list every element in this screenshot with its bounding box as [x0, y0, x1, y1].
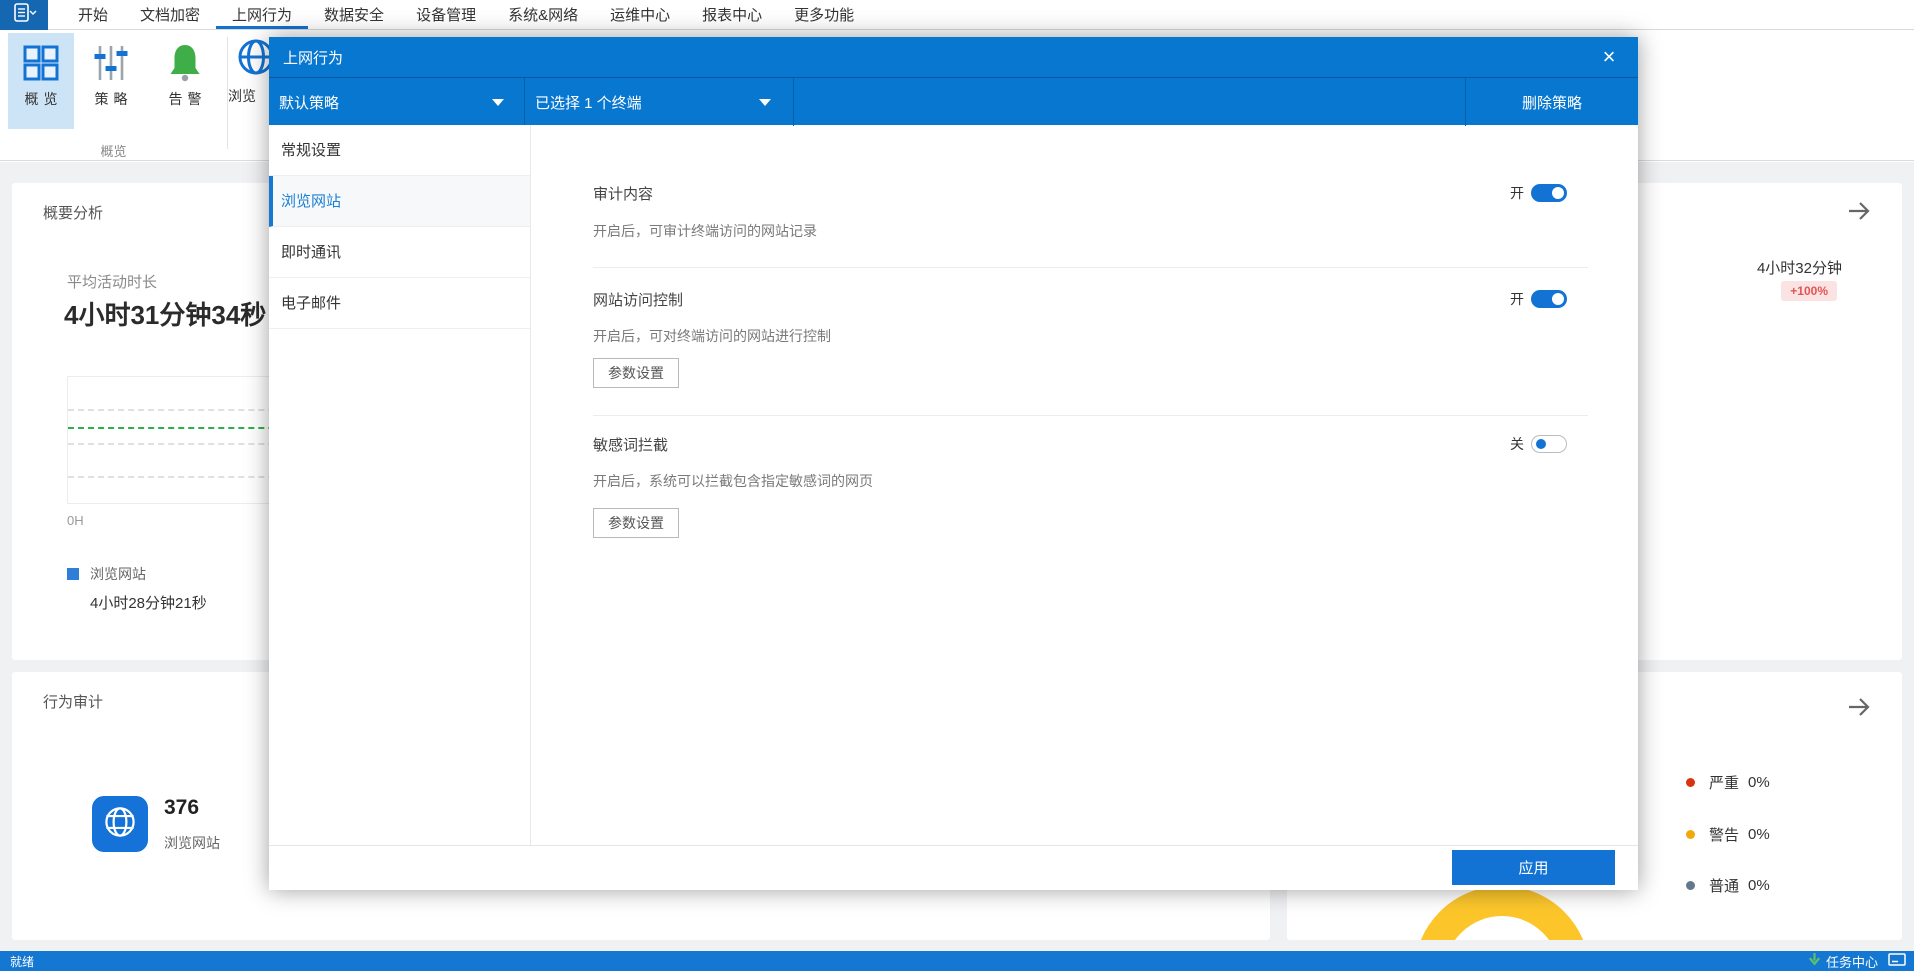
arrow-right-icon[interactable] — [1846, 694, 1872, 720]
menu-tab-data-security[interactable]: 数据安全 — [308, 0, 400, 29]
severe-value: 0% — [1748, 774, 1770, 791]
ribbon-overview-label: 概览 — [24, 91, 63, 107]
setting-desc-audit-content: 开启后，可审计终端访问的网站记录 — [593, 223, 817, 239]
policy-sliders-icon — [93, 41, 129, 85]
ribbon-policy-label: 策略 — [94, 91, 133, 107]
caret-down-icon — [492, 99, 504, 106]
toggle-state-label: 开 — [1510, 291, 1524, 307]
row-divider — [593, 267, 1588, 268]
delta-badge: +100% — [1781, 281, 1837, 301]
menu-tab-system-network[interactable]: 系统&网络 — [492, 0, 594, 29]
ribbon-alert-button[interactable]: 告警 — [156, 33, 214, 129]
setting-desc-sensitive-word-block: 开启后，系统可以拦截包含指定敏感词的网页 — [593, 473, 873, 489]
toolbar-separator — [793, 78, 794, 126]
legend-row-severe: 严重 0% — [1686, 772, 1770, 793]
sidebar-item-browse-websites[interactable]: 浏览网站 — [269, 176, 530, 227]
sidebar-item-instant-messaging[interactable]: 即时通讯 — [269, 227, 530, 278]
severe-dot-icon — [1686, 778, 1695, 787]
policy-dropdown-value: 默认策略 — [279, 94, 340, 112]
ribbon-alert-label: 告警 — [168, 91, 207, 107]
sensitive-word-toggle[interactable] — [1531, 435, 1567, 453]
app-menu-button[interactable] — [0, 0, 48, 30]
ribbon-overview-button[interactable]: 概览 — [8, 33, 74, 129]
behavior-audit-title: 行为审计 — [43, 694, 104, 711]
menu-tab-doc-encryption[interactable]: 文档加密 — [124, 0, 216, 29]
menu-tabs: 开始 文档加密 上网行为 数据安全 设备管理 系统&网络 运维中心 报表中心 更… — [62, 0, 870, 29]
audit-content-toggle-wrap: 开 — [1510, 183, 1567, 203]
task-window-icon[interactable] — [1888, 953, 1906, 969]
alert-bell-icon — [166, 41, 204, 85]
terminal-dropdown[interactable]: 已选择 1 个终端 — [525, 78, 793, 126]
setting-title-website-access-control: 网站访问控制 — [593, 292, 684, 309]
menu-tab-more-features[interactable]: 更多功能 — [778, 0, 870, 29]
status-ready-text: 就绪 — [10, 954, 35, 969]
menu-tab-internet-behavior[interactable]: 上网行为 — [216, 0, 309, 29]
close-icon[interactable]: × — [1594, 42, 1624, 72]
toggle-state-label: 关 — [1510, 436, 1524, 452]
dialog-content: 审计内容 开 开启后，可审计终端访问的网站记录 网站访问控制 开 开启后，可对终… — [532, 125, 1638, 845]
warning-dot-icon — [1686, 830, 1695, 839]
arrow-right-icon[interactable] — [1846, 198, 1872, 224]
severe-label: 严重 — [1709, 775, 1740, 792]
x-axis-origin-label: 0H — [67, 513, 84, 528]
menu-bar: 开始 文档加密 上网行为 数据安全 设备管理 系统&网络 运维中心 报表中心 更… — [0, 0, 1914, 30]
menu-tab-report-center[interactable]: 报表中心 — [686, 0, 778, 29]
sensitive-word-toggle-wrap: 关 — [1510, 434, 1567, 454]
delete-policy-button[interactable]: 删除策略 — [1466, 78, 1638, 126]
website-access-toggle[interactable] — [1531, 290, 1567, 308]
setting-title-sensitive-word-block: 敏感词拦截 — [593, 437, 669, 454]
apply-button[interactable]: 应用 — [1452, 850, 1615, 885]
status-bar: 就绪 任务中心 — [0, 951, 1914, 971]
overview-grid-icon — [22, 41, 60, 85]
globe-icon — [103, 805, 137, 844]
menu-tab-start[interactable]: 开始 — [62, 0, 124, 29]
ribbon-browse-label[interactable]: 浏览 — [228, 86, 256, 106]
sensitive-word-params-button[interactable]: 参数设置 — [593, 508, 679, 538]
legend-row-warning: 警告 0% — [1686, 824, 1770, 845]
setting-title-audit-content: 审计内容 — [593, 186, 654, 203]
warning-value: 0% — [1748, 826, 1770, 843]
sidebar-item-general-settings[interactable]: 常规设置 — [269, 125, 530, 176]
download-arrow-icon — [1807, 952, 1822, 970]
ribbon-policy-button[interactable]: 策略 — [82, 33, 140, 129]
duration-value: 4小时32分钟 — [1756, 260, 1842, 277]
avg-activity-value: 4小时31分钟34秒 — [64, 300, 267, 330]
setting-desc-website-access-control: 开启后，可对终端访问的网站进行控制 — [593, 328, 831, 344]
browse-count-label: 浏览网站 — [164, 835, 220, 851]
terminal-dropdown-value: 已选择 1 个终端 — [535, 94, 642, 112]
legend-row-normal: 普通 0% — [1686, 875, 1770, 896]
menu-tab-ops-center[interactable]: 运维中心 — [594, 0, 686, 29]
dialog-sidebar: 常规设置 浏览网站 即时通讯 电子邮件 — [269, 125, 531, 845]
application-window: 开始 文档加密 上网行为 数据安全 设备管理 系统&网络 运维中心 报表中心 更… — [0, 0, 1914, 971]
toggle-state-label: 开 — [1510, 185, 1524, 201]
row-divider — [593, 415, 1588, 416]
browse-stat-tile — [92, 796, 148, 852]
normal-label: 普通 — [1709, 878, 1740, 895]
menu-tab-device-management[interactable]: 设备管理 — [400, 0, 492, 29]
browse-count-value: 376 — [164, 796, 200, 819]
legend-value: 4小时28分钟21秒 — [90, 595, 207, 612]
legend-color-swatch — [67, 568, 79, 580]
legend-label: 浏览网站 — [90, 566, 146, 582]
policy-dropdown[interactable]: 默认策略 — [269, 78, 524, 126]
dialog-toolbar: 默认策略 已选择 1 个终端 删除策略 — [269, 77, 1638, 126]
normal-value: 0% — [1748, 877, 1770, 894]
ribbon-group-label: 概览 — [100, 144, 127, 159]
task-center-button[interactable]: 任务中心 — [1826, 952, 1878, 971]
caret-down-icon — [759, 99, 771, 106]
website-access-toggle-wrap: 开 — [1510, 289, 1567, 309]
severity-donut-chart — [1402, 886, 1602, 940]
sidebar-item-email[interactable]: 电子邮件 — [269, 278, 530, 329]
normal-dot-icon — [1686, 881, 1695, 890]
dialog-title: 上网行为 — [283, 49, 344, 67]
dialog-titlebar: 上网行为 × — [269, 37, 1638, 77]
warning-label: 警告 — [1709, 827, 1740, 844]
website-access-params-button[interactable]: 参数设置 — [593, 358, 679, 388]
avg-activity-label: 平均活动时长 — [67, 274, 158, 291]
internet-behavior-dialog: 上网行为 × 默认策略 已选择 1 个终端 删除策略 常规设置 浏览网站 即时通… — [269, 37, 1638, 890]
audit-content-toggle[interactable] — [1531, 184, 1567, 202]
document-list-icon — [11, 2, 37, 28]
dialog-footer: 应用 — [269, 845, 1638, 890]
summary-card-title: 概要分析 — [43, 205, 104, 222]
